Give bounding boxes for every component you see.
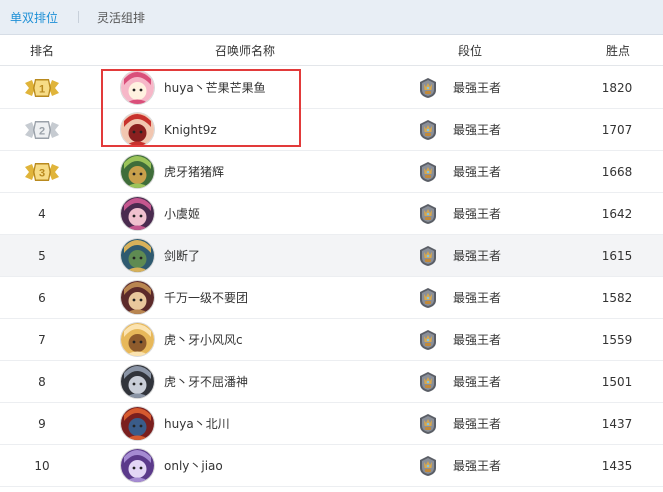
medal-number: 2 (39, 126, 45, 138)
league-points: 1668 (601, 165, 633, 179)
header-points[interactable]: 胜点 (598, 36, 638, 66)
challenger-tier-icon (420, 162, 436, 182)
table-row[interactable]: 1 huya丶芒果芒果鱼 最强王者 1820 (0, 67, 663, 109)
league-points: 1642 (601, 207, 633, 221)
league-points: 1582 (601, 291, 633, 305)
medal-number: 3 (39, 168, 45, 180)
league-points: 1435 (601, 459, 633, 473)
challenger-tier-icon (420, 120, 436, 140)
table-row[interactable]: 2 Knight9z 最强王者 1707 (0, 109, 663, 151)
summoner-avatar[interactable] (121, 71, 154, 104)
summoner-avatar[interactable] (121, 323, 154, 356)
tab-divider (78, 11, 80, 23)
rank-medal-icon: 1 (25, 79, 59, 97)
header-rank[interactable]: 排名 (22, 36, 62, 66)
summoner-avatar[interactable] (121, 197, 154, 230)
rank-number: 6 (38, 291, 46, 305)
summoner-avatar[interactable] (121, 239, 154, 272)
table-row[interactable]: 9 huya丶北川 最强王者 1437 (0, 403, 663, 445)
rank-medal-icon: 3 (25, 163, 59, 181)
tier-label: 最强王者 (453, 375, 502, 389)
rank-number: 9 (38, 417, 46, 431)
challenger-tier-icon (420, 78, 436, 98)
rank-number: 7 (38, 333, 46, 347)
summoner-name[interactable]: 虎丶牙小风风c (164, 319, 243, 361)
summoner-name[interactable]: 小虞姬 (164, 193, 200, 235)
summoner-name[interactable]: 虎牙猪猪辉 (164, 151, 224, 193)
league-points: 1501 (601, 375, 633, 389)
summoner-avatar[interactable] (121, 113, 154, 146)
rank-medal-icon: 2 (25, 121, 59, 139)
rank-number: 5 (38, 249, 46, 263)
league-points: 1615 (601, 249, 633, 263)
summoner-name[interactable]: huya丶芒果芒果鱼 (164, 67, 266, 109)
challenger-tier-icon (420, 414, 436, 434)
summoner-avatar[interactable] (121, 407, 154, 440)
table-row[interactable]: 5 剑断了 最强王者 1615 (0, 235, 663, 277)
summoner-avatar[interactable] (121, 155, 154, 188)
challenger-tier-icon (420, 204, 436, 224)
summoner-avatar[interactable] (121, 281, 154, 314)
tier-label: 最强王者 (453, 291, 502, 305)
table-row[interactable]: 8 虎丶牙不屈潘神 最强王者 1501 (0, 361, 663, 403)
tier-label: 最强王者 (453, 333, 502, 347)
summoner-name[interactable]: only丶jiao (164, 445, 223, 487)
table-row[interactable]: 4 小虞姬 最强王者 1642 (0, 193, 663, 235)
tier-label: 最强王者 (453, 81, 502, 95)
tab-flex[interactable]: 灵活组排 (97, 9, 145, 26)
tier-label: 最强王者 (453, 123, 502, 137)
challenger-tier-icon (420, 246, 436, 266)
rank-number: 10 (34, 459, 50, 473)
tier-label: 最强王者 (453, 459, 502, 473)
rank-number: 4 (38, 207, 46, 221)
league-points: 1437 (601, 417, 633, 431)
challenger-tier-icon (420, 288, 436, 308)
medal-number: 1 (39, 84, 45, 96)
tier-label: 最强王者 (453, 207, 502, 221)
summoner-name[interactable]: huya丶北川 (164, 403, 230, 445)
summoner-name[interactable]: 虎丶牙不屈潘神 (164, 361, 248, 403)
summoner-name[interactable]: 千万一级不要团 (164, 277, 248, 319)
challenger-tier-icon (420, 330, 436, 350)
table-header: 排名 召唤师名称 段位 胜点 (0, 36, 663, 66)
ranking-tabs: 单双排位 灵活组排 (0, 0, 663, 35)
tier-label: 最强王者 (453, 417, 502, 431)
header-tier[interactable]: 段位 (445, 36, 495, 66)
rank-number: 8 (38, 375, 46, 389)
summoner-name[interactable]: 剑断了 (164, 235, 200, 277)
tier-label: 最强王者 (453, 165, 502, 179)
summoner-avatar[interactable] (121, 365, 154, 398)
table-row[interactable]: 3 虎牙猪猪辉 最强王者 1668 (0, 151, 663, 193)
challenger-tier-icon (420, 372, 436, 392)
header-name[interactable]: 召唤师名称 (190, 36, 300, 66)
table-row[interactable]: 10 only丶jiao 最强王者 1435 (0, 445, 663, 487)
summoner-avatar[interactable] (121, 449, 154, 482)
league-points: 1820 (601, 81, 633, 95)
tab-solo-duo[interactable]: 单双排位 (10, 9, 58, 26)
table-row[interactable]: 6 千万一级不要团 最强王者 1582 (0, 277, 663, 319)
league-points: 1707 (601, 123, 633, 137)
table-row[interactable]: 7 虎丶牙小风风c 最强王者 1559 (0, 319, 663, 361)
tier-label: 最强王者 (453, 249, 502, 263)
challenger-tier-icon (420, 456, 436, 476)
summoner-name[interactable]: Knight9z (164, 109, 217, 151)
league-points: 1559 (601, 333, 633, 347)
